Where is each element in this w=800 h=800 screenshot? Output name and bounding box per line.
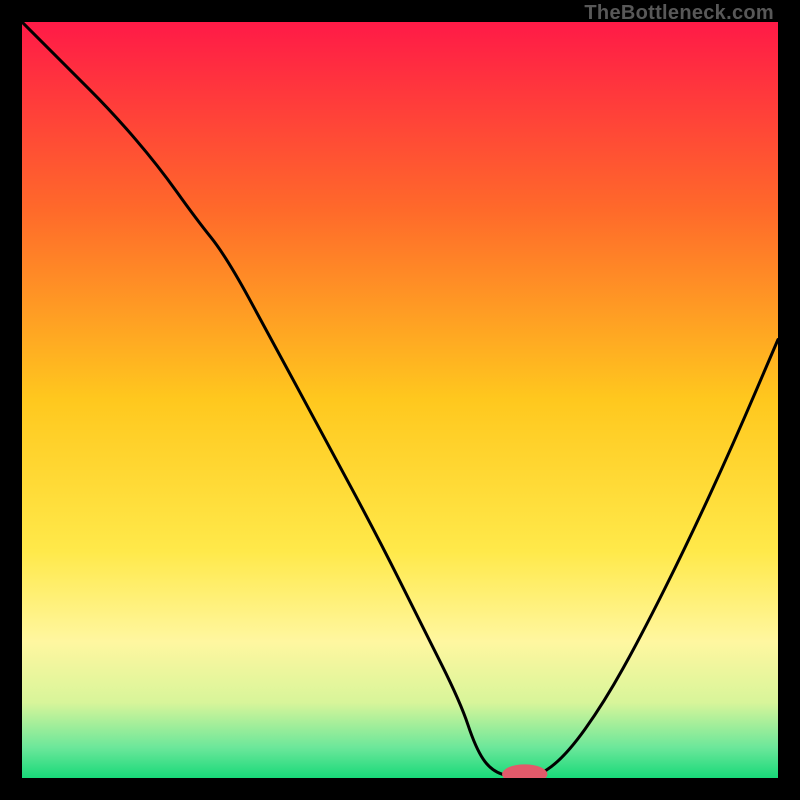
bottleneck-chart — [22, 22, 778, 778]
gradient-background — [22, 22, 778, 778]
watermark-label: TheBottleneck.com — [584, 2, 774, 25]
